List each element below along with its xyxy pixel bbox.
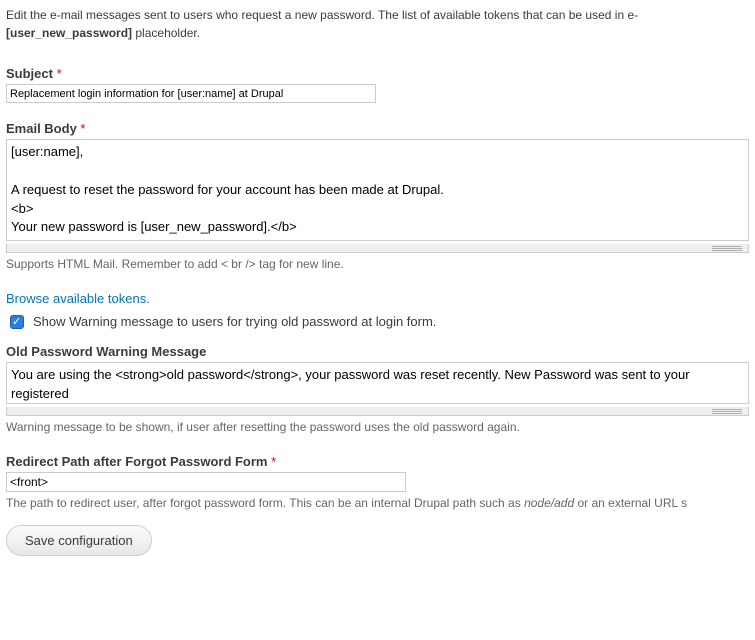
resize-grippie[interactable] xyxy=(6,244,749,253)
intro-line1: Edit the e-mail messages sent to users w… xyxy=(6,8,638,22)
show-warning-row: Show Warning message to users for trying… xyxy=(6,312,749,332)
redirect-path-input[interactable] xyxy=(6,472,406,492)
save-configuration-button[interactable]: Save configuration xyxy=(6,525,152,556)
browse-tokens-link[interactable]: Browse available tokens. xyxy=(6,291,150,306)
intro-after: placeholder. xyxy=(132,26,200,40)
email-body-wrapper: Email Body * Supports HTML Mail. Remembe… xyxy=(6,121,749,273)
subject-field-wrapper: Subject * xyxy=(6,66,749,103)
tokens-section: Browse available tokens. Show Warning me… xyxy=(6,291,749,332)
intro-token: [user_new_password] xyxy=(6,26,132,40)
resize-grippie[interactable] xyxy=(6,407,749,416)
required-marker: * xyxy=(271,454,276,469)
redirect-path-wrapper: Redirect Path after Forgot Password Form… xyxy=(6,454,749,512)
old-password-warning-help: Warning message to be shown, if user aft… xyxy=(6,419,749,436)
email-body-textarea[interactable] xyxy=(6,139,749,241)
email-body-label: Email Body * xyxy=(6,121,749,136)
required-marker: * xyxy=(80,121,85,136)
old-password-warning-label: Old Password Warning Message xyxy=(6,344,749,359)
redirect-path-help: The path to redirect user, after forgot … xyxy=(6,495,749,512)
redirect-path-label: Redirect Path after Forgot Password Form… xyxy=(6,454,749,469)
show-warning-label: Show Warning message to users for trying… xyxy=(33,314,436,329)
old-password-warning-textarea[interactable] xyxy=(6,362,749,404)
old-password-warning-wrapper: Old Password Warning Message Warning mes… xyxy=(6,344,749,436)
subject-input[interactable] xyxy=(6,84,376,103)
show-warning-checkbox[interactable] xyxy=(10,315,24,329)
required-marker: * xyxy=(57,66,62,81)
subject-label: Subject * xyxy=(6,66,749,81)
intro-text: Edit the e-mail messages sent to users w… xyxy=(6,6,749,42)
email-body-help: Supports HTML Mail. Remember to add < br… xyxy=(6,256,749,273)
